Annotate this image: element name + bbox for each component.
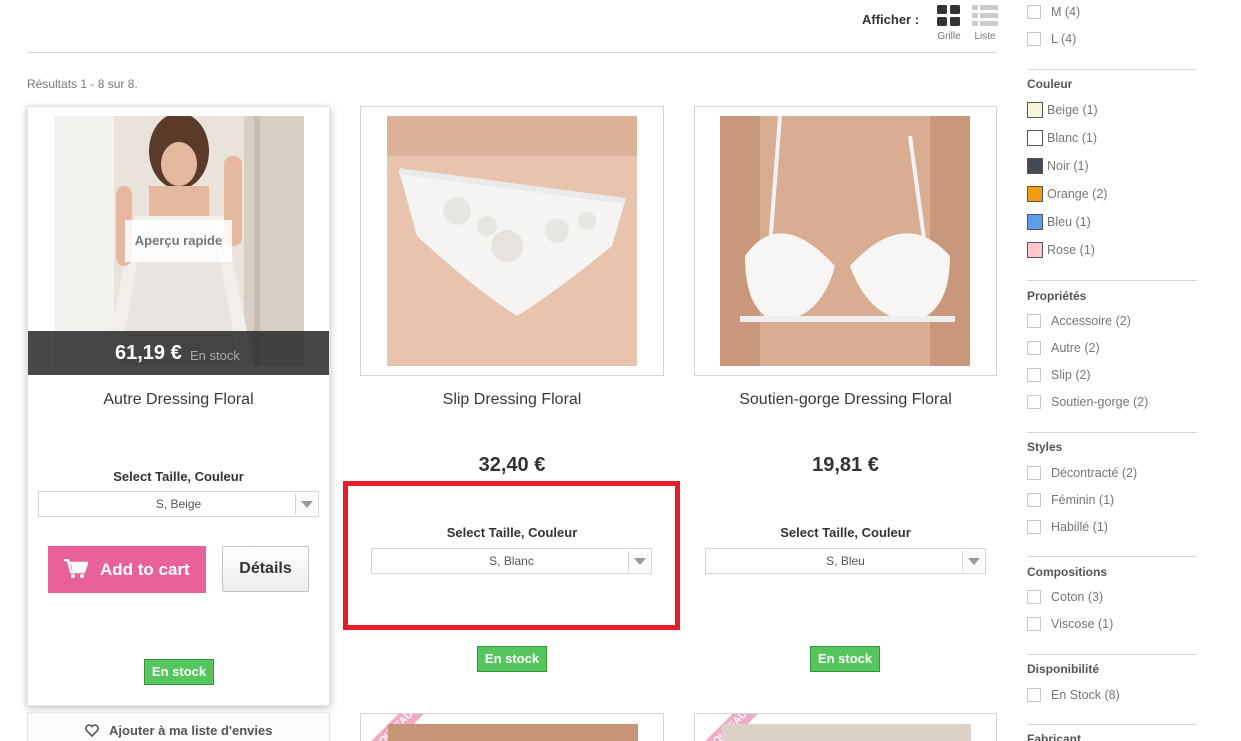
details-button[interactable]: Détails	[222, 546, 309, 592]
checkbox[interactable]	[1027, 314, 1041, 328]
chevron-down-icon	[295, 494, 316, 514]
product-price: 61,19 €	[115, 342, 182, 364]
filter-title-proprietes: Propriétés	[1027, 289, 1087, 303]
color-swatch[interactable]	[1027, 186, 1043, 202]
filter-label: Décontracté (2)	[1051, 466, 1138, 480]
checkbox[interactable]	[1027, 493, 1041, 507]
filter-label: Coton (3)	[1051, 590, 1104, 604]
checkbox[interactable]	[1027, 368, 1041, 382]
filter-label: Soutien-gorge (2)	[1051, 395, 1149, 409]
grid-view-label: Grille	[937, 31, 961, 42]
add-to-cart-label: Add to cart	[100, 560, 190, 579]
color-swatch[interactable]	[1027, 158, 1043, 174]
stock-badge: En stock	[810, 646, 880, 672]
filter-label: Accessoire (2)	[1051, 314, 1131, 328]
color-swatch[interactable]	[1027, 130, 1043, 146]
chevron-down-icon	[962, 551, 983, 571]
checkbox[interactable]	[1027, 466, 1041, 480]
quick-view-button[interactable]: Aperçu rapide	[125, 220, 232, 262]
checkbox[interactable]	[1027, 32, 1041, 46]
filter-label: Habillé (1)	[1051, 520, 1108, 534]
wishlist-label: Ajouter à ma liste d'envies	[109, 723, 273, 738]
filter-title-styles: Styles	[1027, 440, 1063, 454]
product-image-partial	[721, 724, 971, 741]
checkbox[interactable]	[1027, 590, 1041, 604]
filter-label: Noir (1)	[1047, 159, 1089, 173]
product-card-next[interactable]: NOUVEAU	[360, 713, 664, 741]
product-name[interactable]: Slip Dressing Floral	[360, 391, 664, 409]
product-card-next[interactable]: NOUVEAU	[694, 713, 997, 741]
toolbar-divider	[27, 52, 997, 53]
filter-label: Slip (2)	[1051, 368, 1091, 382]
cart-icon	[64, 559, 88, 578]
checkbox[interactable]	[1027, 341, 1041, 355]
price-overlay: 61,19 € En stock	[28, 331, 329, 375]
checkbox[interactable]	[1027, 617, 1041, 631]
color-swatch[interactable]	[1027, 242, 1043, 258]
highlight-box	[343, 481, 680, 630]
overlay-stock-status: En stock	[190, 348, 240, 363]
product-name[interactable]: Autre Dressing Floral	[28, 391, 329, 409]
variant-select-label: Select Taille, Couleur	[113, 469, 244, 484]
filter-divider	[1027, 280, 1197, 281]
grid-view-button[interactable]: Grille	[934, 5, 964, 42]
filter-divider	[1027, 724, 1197, 725]
product-image-bra[interactable]	[720, 116, 970, 366]
filter-title-compositions: Compositions	[1027, 565, 1107, 579]
filter-label: Autre (2)	[1051, 341, 1100, 355]
variant-select[interactable]: S, Bleu	[705, 548, 986, 574]
color-swatch[interactable]	[1027, 214, 1043, 230]
variant-select-label: Select Taille, Couleur	[780, 525, 911, 540]
add-to-cart-button[interactable]: Add to cart	[48, 546, 206, 593]
list-icon	[972, 5, 998, 26]
filter-divider	[1027, 69, 1197, 70]
heart-icon	[85, 724, 99, 737]
filter-title-disponibilite: Disponibilité	[1027, 662, 1099, 676]
grid-icon	[937, 5, 960, 26]
product-name[interactable]: Soutien-gorge Dressing Floral	[694, 391, 997, 409]
checkbox[interactable]	[1027, 688, 1041, 702]
product-image-partial	[388, 724, 638, 741]
checkbox[interactable]	[1027, 520, 1041, 534]
filter-label: M (4)	[1051, 5, 1081, 19]
filter-label: Rose (1)	[1047, 243, 1095, 257]
filter-label: Viscose (1)	[1051, 617, 1114, 631]
list-view-label: Liste	[974, 31, 996, 42]
color-swatch[interactable]	[1027, 102, 1043, 118]
filter-label: En Stock (8)	[1051, 688, 1120, 702]
filter-title-fabricant: Fabricant	[1027, 732, 1082, 741]
stock-badge: En stock	[144, 659, 214, 685]
filter-divider	[1027, 654, 1197, 655]
stock-badge: En stock	[477, 646, 547, 672]
product-price: 32,40 €	[478, 454, 546, 476]
checkbox[interactable]	[1027, 5, 1041, 19]
filter-label: Orange (2)	[1047, 187, 1108, 201]
filter-label: Beige (1)	[1047, 103, 1098, 117]
filter-label: Féminin (1)	[1051, 493, 1115, 507]
filter-label: L (4)	[1051, 32, 1077, 46]
filter-label: Bleu (1)	[1047, 215, 1091, 229]
results-count: Résultats 1 - 8 sur 8.	[27, 77, 138, 91]
filter-title-couleur: Couleur	[1027, 77, 1073, 91]
view-mode-label: Afficher :	[862, 12, 920, 27]
variant-select-value: S, Beige	[155, 497, 202, 511]
list-view-button[interactable]: Liste	[970, 5, 1000, 42]
variant-select-value: S, Bleu	[826, 554, 865, 568]
filter-divider	[1027, 556, 1197, 557]
add-to-wishlist-button[interactable]: Ajouter à ma liste d'envies	[27, 712, 330, 741]
checkbox[interactable]	[1027, 395, 1041, 409]
product-price: 19,81 €	[812, 454, 879, 476]
variant-select[interactable]: S, Beige	[38, 491, 319, 517]
product-image-slip[interactable]	[387, 116, 637, 366]
filter-label: Blanc (1)	[1047, 131, 1098, 145]
filter-divider	[1027, 432, 1197, 433]
